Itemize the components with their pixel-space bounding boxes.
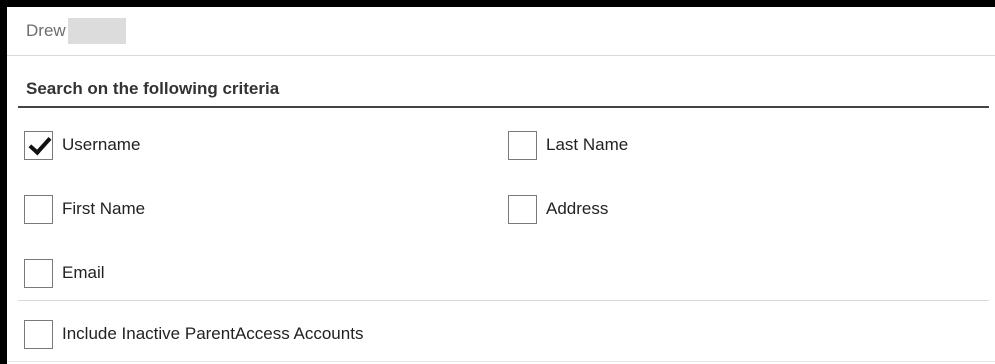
redacted-text bbox=[67, 18, 126, 44]
last-name-option[interactable]: Last Name bbox=[508, 128, 628, 162]
last-name-checkbox[interactable] bbox=[508, 130, 537, 160]
criteria-header: Search on the following criteria bbox=[18, 70, 989, 108]
email-checkbox[interactable] bbox=[24, 258, 53, 288]
first-name-option[interactable]: First Name bbox=[24, 192, 145, 226]
email-label: Email bbox=[62, 263, 105, 282]
address-option[interactable]: Address bbox=[508, 192, 608, 226]
search-input[interactable]: Drew bbox=[7, 7, 995, 56]
section-divider bbox=[18, 300, 989, 301]
include-inactive-option[interactable]: Include Inactive ParentAccess Accounts bbox=[24, 317, 363, 351]
first-name-checkbox[interactable] bbox=[24, 194, 53, 224]
address-label: Address bbox=[546, 199, 609, 218]
username-option[interactable]: Username bbox=[24, 128, 140, 162]
bottom-border bbox=[7, 361, 995, 362]
search-input-value: Drew bbox=[26, 21, 66, 40]
criteria-title: Search on the following criteria bbox=[26, 79, 280, 98]
address-checkbox[interactable] bbox=[508, 194, 537, 224]
last-name-label: Last Name bbox=[546, 135, 629, 154]
username-checkbox[interactable] bbox=[24, 130, 53, 160]
first-name-label: First Name bbox=[62, 199, 146, 218]
include-inactive-checkbox[interactable] bbox=[24, 319, 53, 349]
email-option[interactable]: Email bbox=[24, 256, 105, 290]
username-label: Username bbox=[62, 135, 141, 154]
include-inactive-label: Include Inactive ParentAccess Accounts bbox=[62, 324, 364, 343]
